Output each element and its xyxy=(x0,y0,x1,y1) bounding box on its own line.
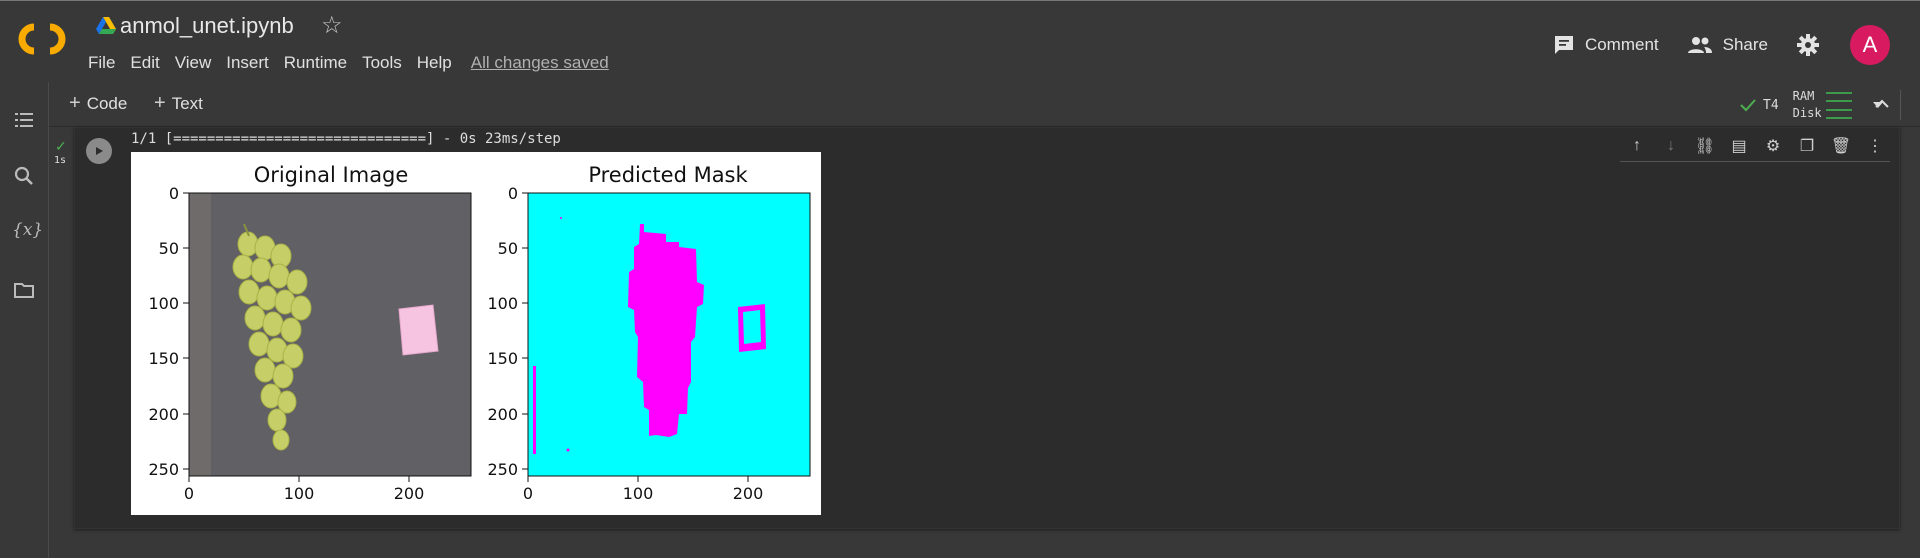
plus-icon: + xyxy=(154,92,166,114)
panel-2-ytick: 100 xyxy=(487,294,518,313)
cell-toolbar-divider xyxy=(1620,161,1890,162)
panel-2-title: Predicted Mask xyxy=(588,163,748,187)
avatar[interactable]: A xyxy=(1850,25,1890,65)
panel-1-xaxis: 0 100 200 xyxy=(184,476,424,503)
chevron-up-icon[interactable] xyxy=(1872,94,1892,114)
add-text-button[interactable]: + Text xyxy=(154,92,203,115)
panel-1-ytick: 0 xyxy=(169,184,179,203)
panel-1-ytick: 250 xyxy=(148,460,179,479)
original-image xyxy=(189,193,471,476)
variables-icon[interactable]: {x} xyxy=(12,220,43,244)
play-icon xyxy=(96,147,103,155)
panel-2-ytick: 250 xyxy=(487,460,518,479)
figure-svg: Original Image 0 50 100 150 200 250 0 10… xyxy=(148,163,811,503)
files-icon[interactable] xyxy=(12,278,36,302)
cell-toolbar: ↑ ↓ ⛓ ▤ ⚙ ❐ 🗑 ⋮ xyxy=(1620,131,1892,161)
resource-meters: RAM Disk xyxy=(1793,88,1852,122)
panel-1-ytick: 200 xyxy=(148,405,179,424)
header-actions: Comment Share A xyxy=(1553,25,1890,65)
toolbar-divider xyxy=(1900,90,1901,120)
save-status-link[interactable]: All changes saved xyxy=(471,53,609,73)
mirror-cell-icon[interactable]: ❐ xyxy=(1790,131,1824,161)
panel-1-xtick: 100 xyxy=(284,484,315,503)
menu-insert[interactable]: Insert xyxy=(226,53,269,73)
link-icon[interactable]: ⛓ xyxy=(1688,131,1722,161)
panel-1-title: Original Image xyxy=(254,163,409,187)
runtime-type: T4 xyxy=(1763,97,1779,113)
panel-2-xtick: 100 xyxy=(623,484,654,503)
panel-1-xtick: 200 xyxy=(394,484,425,503)
panel-2-ytick: 200 xyxy=(487,405,518,424)
add-code-label: Code xyxy=(86,93,128,113)
menu-help[interactable]: Help xyxy=(417,53,452,73)
disk-label: Disk xyxy=(1792,106,1822,120)
panel-1-ytick: 100 xyxy=(148,294,179,313)
execution-time: 1s xyxy=(54,155,67,166)
table-of-contents-icon[interactable] xyxy=(12,108,36,132)
menu-bar: File Edit View Insert Runtime Tools Help… xyxy=(88,53,624,73)
panel-1-ytick: 50 xyxy=(159,239,179,258)
panel-2-ytick: 150 xyxy=(487,349,518,368)
panel-1-yaxis: 0 50 100 150 200 250 xyxy=(148,184,189,479)
output-figure: Original Image 0 50 100 150 200 250 0 10… xyxy=(131,152,821,515)
people-icon xyxy=(1687,37,1712,53)
panel-2-yaxis: 0 50 100 150 200 250 xyxy=(487,184,528,479)
runtime-status[interactable]: T4 RAM Disk xyxy=(1739,88,1886,122)
panel-2-ytick: 0 xyxy=(508,184,518,203)
ram-label: RAM xyxy=(1792,89,1815,103)
menu-view[interactable]: View xyxy=(175,53,212,73)
notebook-toolbar: + Code + Text T4 RAM Disk xyxy=(49,82,1920,127)
ram-meter xyxy=(1825,91,1852,102)
disk-meter xyxy=(1825,108,1852,119)
panel-2-xtick: 0 xyxy=(523,484,533,503)
output-progress-text: 1/1 [==============================] - 0… xyxy=(131,131,561,147)
comment-icon[interactable]: ▤ xyxy=(1722,131,1756,161)
move-down-icon[interactable]: ↓ xyxy=(1654,131,1688,161)
panel-2-xaxis: 0 100 200 xyxy=(523,476,763,503)
comment-icon xyxy=(1554,36,1573,54)
check-icon xyxy=(1740,99,1756,112)
colab-logo[interactable] xyxy=(14,19,70,59)
panel-2-xtick: 200 xyxy=(733,484,764,503)
notebook-title[interactable]: anmol_unet.ipynb xyxy=(120,13,294,39)
add-code-button[interactable]: + Code xyxy=(69,92,127,115)
left-rail: {x} xyxy=(0,82,49,558)
share-label: Share xyxy=(1722,35,1768,54)
drive-icon[interactable] xyxy=(96,17,116,35)
panel-2-ytick: 50 xyxy=(498,239,518,258)
menu-tools[interactable]: Tools xyxy=(362,53,402,73)
share-button[interactable]: Share xyxy=(1687,35,1768,55)
search-icon[interactable] xyxy=(12,164,36,188)
plus-icon: + xyxy=(69,92,81,114)
settings-button[interactable] xyxy=(1796,33,1830,57)
move-up-icon[interactable]: ↑ xyxy=(1620,131,1654,161)
gear-icon xyxy=(1797,34,1819,56)
delete-icon[interactable]: 🗑 xyxy=(1824,131,1858,161)
app-header: anmol_unet.ipynb ☆ File Edit View Insert… xyxy=(0,0,1920,81)
comment-label: Comment xyxy=(1584,35,1659,54)
menu-edit[interactable]: Edit xyxy=(130,53,159,73)
star-icon[interactable]: ☆ xyxy=(321,11,343,40)
predicted-mask xyxy=(528,193,810,476)
more-icon[interactable]: ⋮ xyxy=(1858,131,1892,161)
panel-1-xtick: 0 xyxy=(184,484,194,503)
comment-button[interactable]: Comment xyxy=(1553,34,1659,56)
menu-runtime[interactable]: Runtime xyxy=(284,53,347,73)
add-text-label: Text xyxy=(171,93,203,113)
settings-icon[interactable]: ⚙ xyxy=(1756,131,1790,161)
execution-check-icon: ✓ xyxy=(55,138,67,154)
panel-1-ytick: 150 xyxy=(148,349,179,368)
run-cell-button[interactable] xyxy=(86,138,112,164)
menu-file[interactable]: File xyxy=(88,53,115,73)
